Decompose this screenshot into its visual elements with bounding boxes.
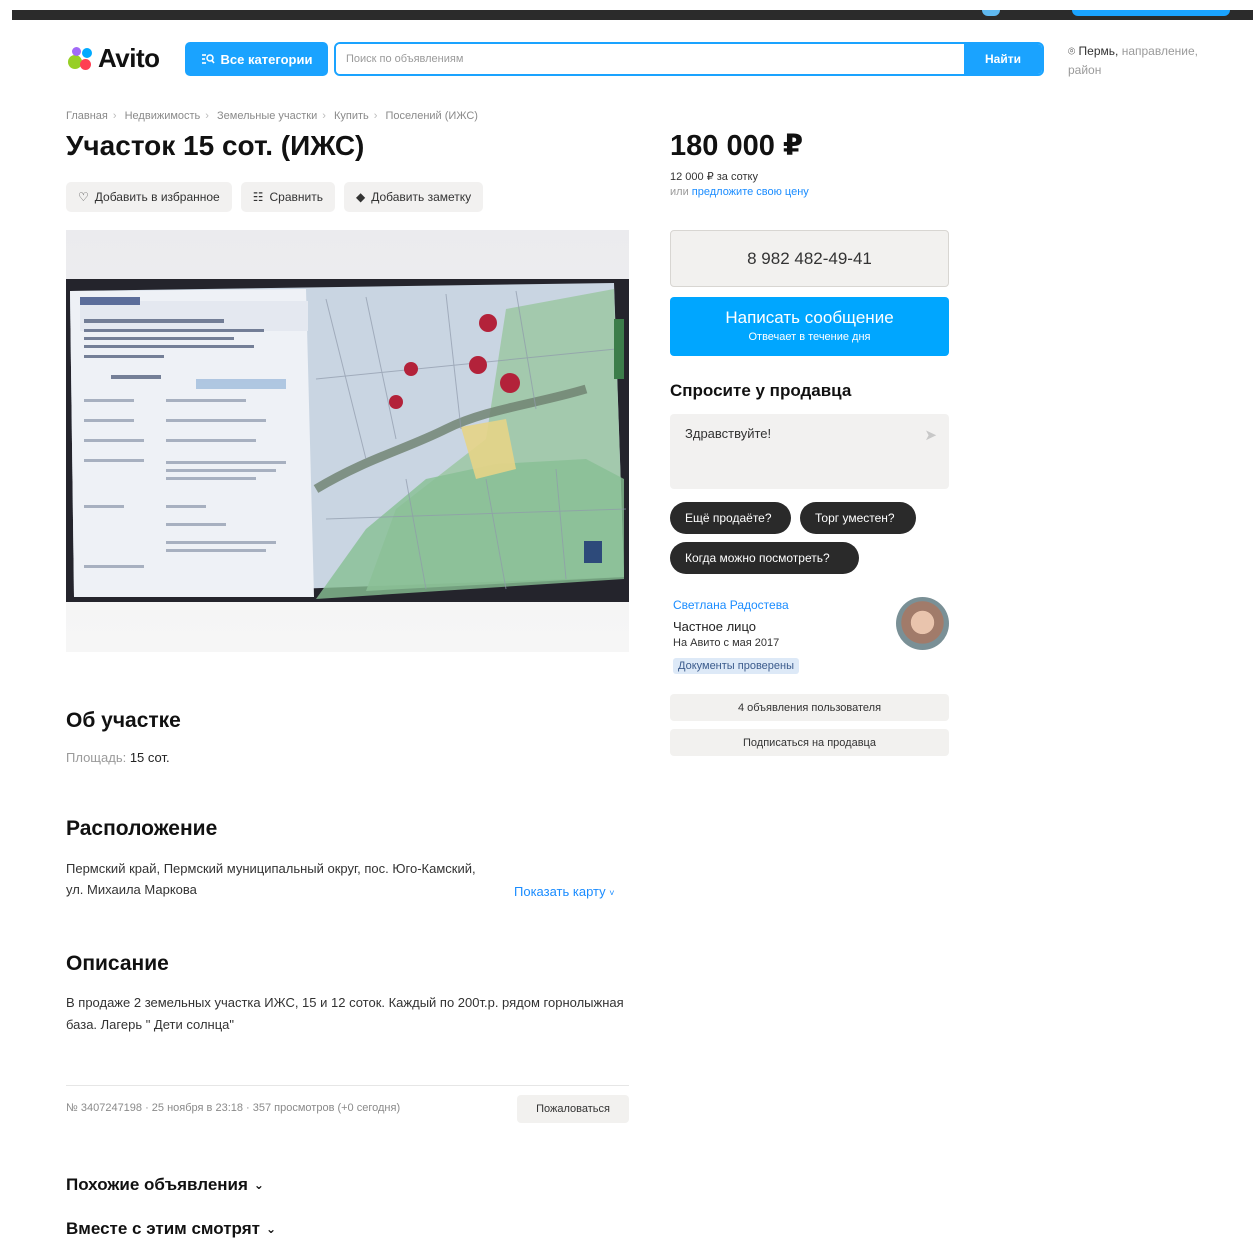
breadcrumb-item[interactable]: Купить [334, 110, 369, 122]
heart-icon: ♡ [78, 190, 89, 204]
top-strip [12, 10, 1253, 20]
ask-seller-input[interactable]: Здравствуйте! ➤ [670, 414, 949, 489]
logo-dots-icon [66, 45, 94, 73]
offer-price: или предложите свою цену [670, 186, 809, 198]
add-note-button[interactable]: ◆ Добавить заметку [343, 182, 484, 212]
description-heading: Описание [66, 952, 169, 975]
add-to-favorites-button[interactable]: ♡ Добавить в избранное [66, 182, 232, 212]
note-icon: ◆ [355, 190, 366, 204]
also-viewed-toggle[interactable]: Вместе с этим смотрят ⌄ [66, 1219, 276, 1239]
ask-seller-text: Здравствуйте! [685, 426, 772, 441]
breadcrumb-item[interactable]: Поселений (ИЖС) [386, 110, 478, 122]
breadcrumb: Главная › Недвижимость › Земельные участки… [66, 110, 478, 122]
seller-since: На Авито с мая 2017 [673, 637, 780, 649]
quick-question-chip[interactable]: Ещё продаёте? [670, 502, 791, 534]
breadcrumb-separator-icon: › [205, 110, 209, 122]
write-message-label: Написать сообщение [725, 308, 894, 327]
description-text: В продаже 2 земельных участка ИЖС, 15 и … [66, 995, 624, 1032]
similar-listings-toggle[interactable]: Похожие объявления ⌄ [66, 1175, 264, 1195]
seller-type: Частное лицо [673, 619, 756, 634]
breadcrumb-separator-icon: › [322, 110, 326, 122]
logo-text: Avito [98, 43, 160, 73]
cadastral-map-photo [66, 279, 629, 602]
compare-icon: ☷ [252, 190, 264, 204]
listing-actions: ♡ Добавить в избранное ☷ Сравнить ◆ Доба… [66, 182, 484, 212]
subscribe-seller-button[interactable]: Подписаться на продавца [670, 729, 949, 756]
documents-verified-badge: Документы проверены [673, 658, 800, 674]
categories-search-icon [201, 54, 215, 64]
chevron-down-icon: ⌄ [265, 1222, 277, 1236]
all-categories-button[interactable]: Все категории [185, 42, 328, 76]
breadcrumb-separator-icon: › [373, 110, 378, 122]
top-notification-dot [982, 10, 1000, 16]
breadcrumb-item[interactable]: Недвижимость [125, 110, 201, 122]
offer-price-link[interactable]: предложите свою цену [692, 186, 809, 198]
complain-button[interactable]: Пожаловаться [517, 1095, 629, 1123]
search-bar: Найти [334, 42, 1044, 76]
quick-question-chip[interactable]: Когда можно посмотреть? [670, 542, 859, 574]
breadcrumb-item[interactable]: Главная [66, 110, 108, 122]
add-note-label: Добавить заметку [371, 190, 472, 204]
top-post-ad-button[interactable] [1072, 10, 1230, 16]
chevron-down-icon: ˅ [609, 888, 615, 898]
seller-avatar[interactable] [896, 597, 949, 650]
photo-gallery[interactable] [66, 230, 629, 652]
add-to-favorites-label: Добавить в избранное [94, 190, 220, 204]
listing-meta: № 3407247198 · 25 ноября в 23:18 · 357 п… [66, 1102, 401, 1114]
chevron-down-icon: ⌄ [253, 1178, 264, 1192]
compare-label: Сравнить [269, 190, 323, 204]
divider [66, 1085, 629, 1086]
send-icon[interactable]: ➤ [924, 426, 937, 444]
breadcrumb-item[interactable]: Земельные участки [217, 110, 317, 122]
location-pin-icon: ⌾ [1068, 44, 1076, 58]
all-categories-label: Все категории [220, 51, 313, 67]
offer-prefix: или [670, 186, 689, 198]
search-button[interactable]: Найти [964, 44, 1042, 74]
show-map-label: Показать карту [514, 884, 606, 899]
quick-question-chip[interactable]: Торг уместен? [800, 502, 916, 534]
area-value: 15 сот. [129, 750, 170, 765]
listing-photo[interactable] [66, 279, 629, 602]
seller-name-link[interactable]: Светлана Радостева [673, 598, 789, 612]
ask-seller-heading: Спросите у продавца [670, 381, 852, 400]
address-text: Пермский край, Пермский муниципальный ок… [66, 861, 476, 897]
breadcrumb-separator-icon: › [112, 110, 117, 122]
similar-listings-label: Похожие объявления [66, 1175, 248, 1194]
area-label: Площадь: [66, 750, 127, 765]
show-phone-button[interactable]: 8 982 482-49-41 [670, 230, 949, 287]
write-message-button[interactable]: Написать сообщение Отвечает в течение дн… [670, 297, 949, 356]
location-city: Пермь, [1078, 44, 1119, 58]
compare-button[interactable]: ☷ Сравнить [240, 182, 335, 212]
page-title: Участок 15 сот. (ИЖС) [66, 130, 365, 161]
price: 180 000 ₽ [670, 130, 804, 162]
avito-logo[interactable]: Avito [66, 43, 160, 74]
show-map-link[interactable]: Показать карту ˅ [514, 884, 615, 899]
seller-listings-button[interactable]: 4 объявления пользователя [670, 694, 949, 721]
search-input[interactable] [336, 44, 964, 74]
location-selector[interactable]: ⌾ Пермь, направление, район [1068, 42, 1228, 80]
response-time: Отвечает в течение дня [748, 331, 871, 343]
price-per-unit: 12 000 ₽ за сотку [670, 171, 758, 183]
about-heading: Об участке [66, 709, 181, 732]
location-heading: Расположение [66, 817, 218, 840]
also-viewed-label: Вместе с этим смотрят [66, 1219, 260, 1238]
area-row: Площадь: 15 сот. [66, 750, 170, 765]
